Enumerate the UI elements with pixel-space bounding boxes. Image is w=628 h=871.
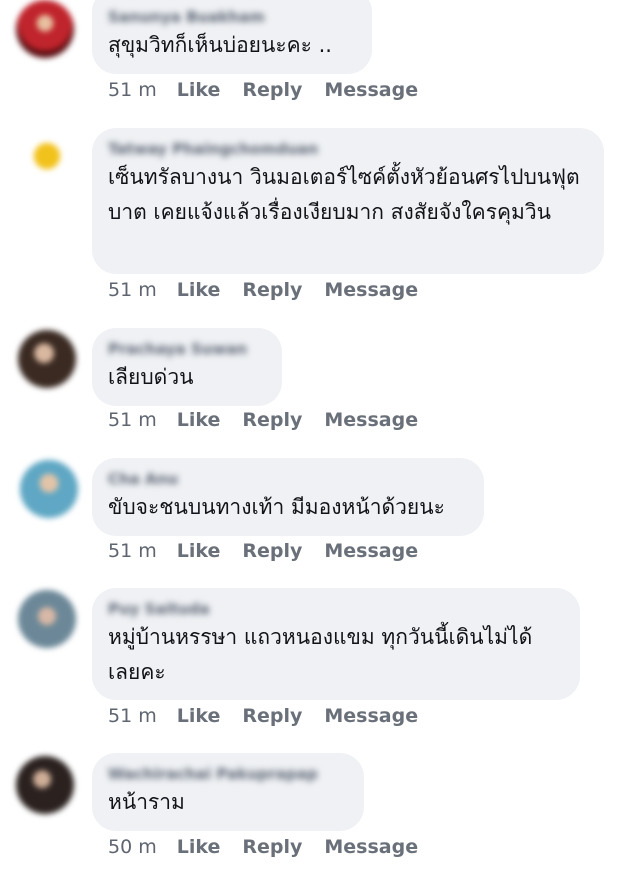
comment-text: หน้าราม (108, 790, 185, 814)
comment-bubble: Wachirachai Pakuprapap หน้าราม (92, 753, 364, 831)
comment-item: Wachirachai Pakuprapap หน้าราม 50 m Like R… (0, 0, 628, 871)
reply-button[interactable]: Reply (242, 836, 302, 858)
avatar[interactable] (16, 756, 74, 814)
comment-actions: 50 m Like Reply Message (108, 836, 440, 858)
message-button[interactable]: Message (324, 836, 418, 858)
like-button[interactable]: Like (177, 836, 221, 858)
comment-author[interactable]: Wachirachai Pakuprapap (108, 763, 346, 785)
comment-time[interactable]: 50 m (108, 836, 157, 858)
